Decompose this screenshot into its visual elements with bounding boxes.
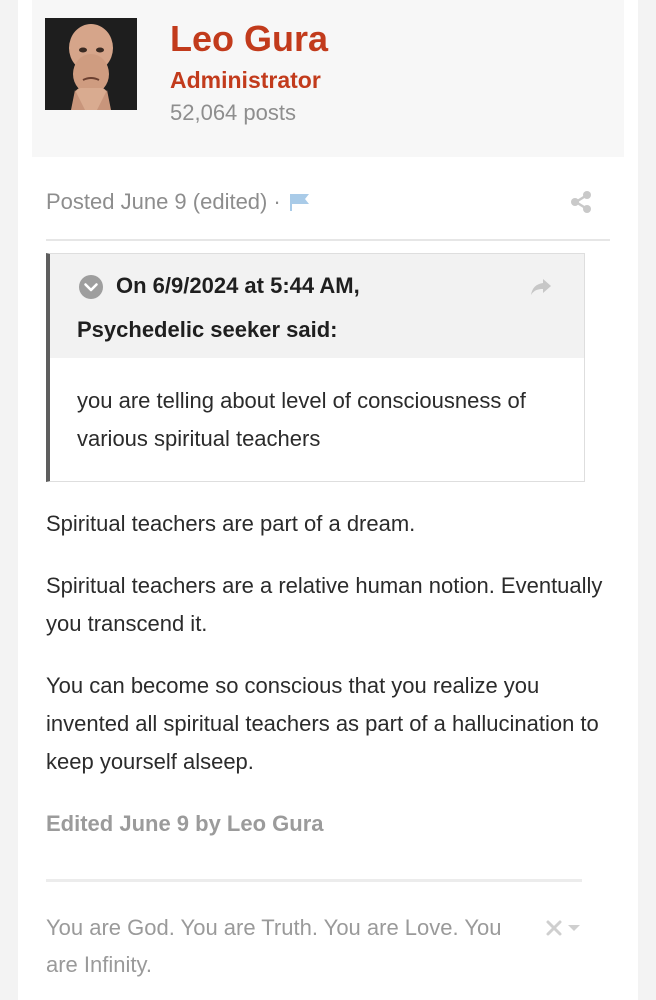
author-post-count: 52,064 posts xyxy=(170,100,296,125)
post-meta: Posted June 9 (edited) · xyxy=(46,185,313,219)
caret-down-icon[interactable] xyxy=(567,923,581,933)
share-arrow-icon[interactable] xyxy=(528,276,554,298)
edited-note: Edited June 9 by Leo Gura xyxy=(46,811,324,836)
post-paragraph: You can become so conscious that you rea… xyxy=(46,673,599,774)
close-icon[interactable] xyxy=(545,919,563,937)
author-panel: Leo Gura Administrator 52,064 posts xyxy=(32,0,624,157)
meta-separator: · xyxy=(273,189,281,214)
quote-text: you are telling about level of conscious… xyxy=(77,388,526,451)
author-name[interactable]: Leo Gura xyxy=(170,18,328,60)
posted-date[interactable]: Posted June 9 (edited) xyxy=(46,189,267,215)
signature-divider xyxy=(46,879,582,882)
quote-header: On 6/9/2024 at 5:44 AM, Psychedelic seek… xyxy=(50,254,584,358)
post-content: Spiritual teachers are part of a dream. … xyxy=(46,505,606,805)
author-role: Administrator xyxy=(170,67,321,93)
chevron-down-circle-icon[interactable] xyxy=(78,274,104,300)
signature-text: You are God. You are Truth. You are Love… xyxy=(46,915,502,977)
post-paragraph: Spiritual teachers are a relative human … xyxy=(46,573,603,636)
avatar[interactable] xyxy=(45,18,137,110)
quote-block: On 6/9/2024 at 5:44 AM, Psychedelic seek… xyxy=(46,253,585,482)
share-icon[interactable] xyxy=(569,190,593,214)
post-paragraph: Spiritual teachers are part of a dream. xyxy=(46,511,416,536)
signature-controls[interactable] xyxy=(545,917,589,939)
flag-icon[interactable] xyxy=(287,191,313,213)
meta-divider xyxy=(46,239,610,241)
post-container: Leo Gura Administrator 52,064 posts Post… xyxy=(18,0,638,1000)
quote-citation-author: Psychedelic seeker said: xyxy=(77,317,338,342)
quote-citation-date: On 6/9/2024 at 5:44 AM, xyxy=(116,273,360,298)
